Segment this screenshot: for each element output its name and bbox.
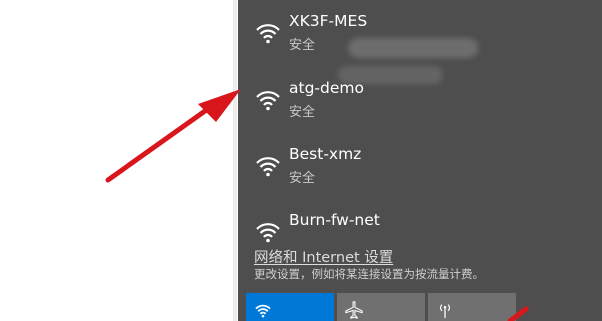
- mobile-hotspot-icon: [439, 304, 451, 319]
- network-settings-link[interactable]: 网络和 Internet 设置: [254, 246, 393, 267]
- network-item-atg-demo[interactable]: atg-demo 安全: [238, 75, 602, 137]
- wifi-signal-icon: [256, 23, 280, 44]
- network-flyout: XK3F-MES 安全 atg-demo 安全 Best-xmz 安全 Burn…: [238, 0, 602, 321]
- network-name: atg-demo: [289, 79, 364, 97]
- desktop-background: [0, 0, 238, 321]
- network-name: XK3F-MES: [289, 12, 368, 30]
- wifi-signal-icon: [256, 223, 280, 243]
- wifi-toggle-tile[interactable]: [246, 293, 334, 321]
- wifi-signal-icon: [256, 91, 280, 111]
- wifi-signal-icon: [256, 157, 280, 177]
- redacted-blur: [348, 38, 478, 58]
- network-name: Best-xmz: [289, 145, 362, 163]
- panel-edge: [233, 0, 237, 321]
- network-item-best-xmz[interactable]: Best-xmz 安全: [238, 141, 602, 203]
- network-status: 安全: [289, 105, 316, 120]
- network-status: 安全: [289, 171, 316, 186]
- network-name: Burn-fw-net: [289, 211, 380, 229]
- airplane-icon: [345, 301, 363, 319]
- network-settings-description: 更改设置，例如将某连接设置为按流量计费。: [254, 267, 484, 281]
- network-list[interactable]: XK3F-MES 安全 atg-demo 安全 Best-xmz 安全 Burn…: [238, 0, 602, 243]
- airplane-mode-tile[interactable]: [337, 293, 425, 321]
- mobile-hotspot-tile[interactable]: [428, 293, 516, 321]
- wifi-icon: [255, 304, 271, 318]
- network-status: 安全: [289, 38, 316, 53]
